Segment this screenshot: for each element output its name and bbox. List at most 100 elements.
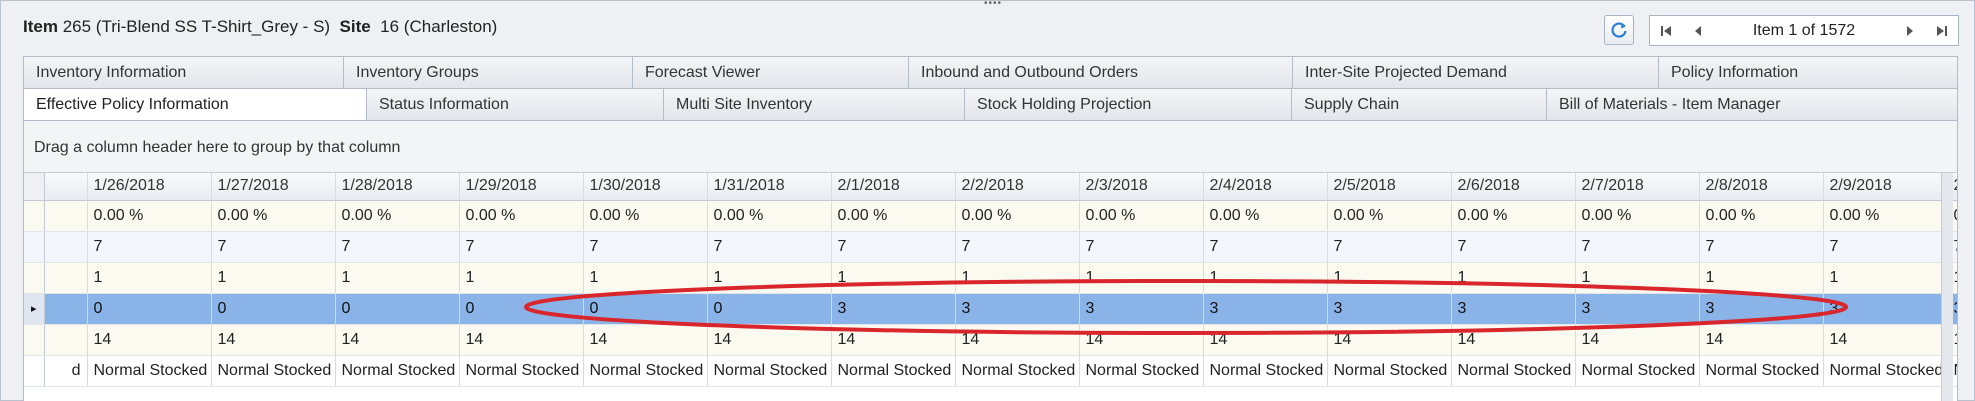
table-cell[interactable]: 0	[335, 293, 460, 325]
column-header[interactable]: 2/4/2018	[1203, 173, 1328, 201]
table-cell[interactable]: 1	[1203, 262, 1328, 294]
row-indicator[interactable]	[24, 324, 45, 356]
table-cell[interactable]: 0.00 %	[1575, 200, 1700, 232]
table-cell[interactable]: 1	[459, 262, 584, 294]
column-header[interactable]: 1/26/2018	[87, 173, 212, 201]
table-cell[interactable]: 7	[831, 231, 956, 263]
row-indicator[interactable]	[24, 200, 45, 232]
table-cell[interactable]: Normal Stocked	[459, 355, 584, 387]
group-by-area[interactable]: Drag a column header here to group by th…	[24, 121, 1957, 173]
column-header[interactable]: 2/1/2018	[831, 173, 956, 201]
table-cell[interactable]: 3	[1699, 293, 1824, 325]
table-cell[interactable]: Normal Stocked	[1451, 355, 1576, 387]
column-header[interactable]: 2/7/2018	[1575, 173, 1700, 201]
table-cell[interactable]: 14	[459, 324, 584, 356]
tab-inbound-outbound-orders[interactable]: Inbound and Outbound Orders	[909, 56, 1293, 89]
table-cell[interactable]: 1	[583, 262, 708, 294]
row-indicator[interactable]	[24, 262, 45, 294]
table-row[interactable]: 7777777777777777	[24, 231, 1957, 263]
table-cell[interactable]: Normal Stocked	[707, 355, 832, 387]
column-header[interactable]: 2/3/2018	[1079, 173, 1204, 201]
table-cell[interactable]: 0.00 %	[831, 200, 956, 232]
table-cell[interactable]: 3	[831, 293, 956, 325]
column-header[interactable]: 2/8/2018	[1699, 173, 1824, 201]
table-cell[interactable]: 7	[87, 231, 212, 263]
table-cell[interactable]: Normal Stocked	[1575, 355, 1700, 387]
table-cell[interactable]: 14	[1699, 324, 1824, 356]
table-cell[interactable]: 7	[1079, 231, 1204, 263]
previous-record-button[interactable]	[1682, 16, 1714, 45]
table-cell[interactable]: Normal Stocked	[583, 355, 708, 387]
table-cell[interactable]: 1	[1575, 262, 1700, 294]
table-cell[interactable]: 3	[1451, 293, 1576, 325]
table-cell[interactable]: 14	[1079, 324, 1204, 356]
column-header[interactable]: 1/30/2018	[583, 173, 708, 201]
table-cell[interactable]: 14	[583, 324, 708, 356]
table-cell[interactable]: 14	[211, 324, 336, 356]
table-cell-partial[interactable]	[44, 293, 88, 325]
table-cell[interactable]: 0.00 %	[1327, 200, 1452, 232]
table-cell[interactable]: Normal Stocked	[1327, 355, 1452, 387]
table-cell[interactable]: 3	[1079, 293, 1204, 325]
table-cell-partial[interactable]	[44, 262, 88, 294]
tab-inventory-groups[interactable]: Inventory Groups	[344, 56, 633, 89]
tab-supply-chain[interactable]: Supply Chain	[1292, 88, 1547, 121]
selected-table-row[interactable]: ▸0000003333333333	[24, 293, 1957, 325]
table-cell[interactable]: 14	[87, 324, 212, 356]
table-cell[interactable]: 0	[459, 293, 584, 325]
column-header[interactable]: 1/28/2018	[335, 173, 460, 201]
table-cell-partial[interactable]	[44, 324, 88, 356]
table-cell[interactable]: 14	[955, 324, 1080, 356]
column-header-partial[interactable]	[44, 173, 88, 201]
table-cell[interactable]: 3	[1327, 293, 1452, 325]
table-cell[interactable]: 1	[955, 262, 1080, 294]
table-cell[interactable]: Normal Stocked	[211, 355, 336, 387]
tab-effective-policy-information[interactable]: Effective Policy Information	[23, 88, 367, 121]
table-cell[interactable]: 1	[1451, 262, 1576, 294]
table-cell[interactable]: 1	[87, 262, 212, 294]
table-cell[interactable]: 1	[1079, 262, 1204, 294]
tab-forecast-viewer[interactable]: Forecast Viewer	[633, 56, 909, 89]
table-cell[interactable]: 0.00 %	[1699, 200, 1824, 232]
table-cell[interactable]: 0	[211, 293, 336, 325]
table-cell[interactable]: 0	[707, 293, 832, 325]
tab-stock-holding-projection[interactable]: Stock Holding Projection	[965, 88, 1292, 121]
table-cell[interactable]: 7	[1203, 231, 1328, 263]
table-cell[interactable]: 14	[335, 324, 460, 356]
column-header[interactable]: 1/29/2018	[459, 173, 584, 201]
table-cell[interactable]: Normal Stocked	[335, 355, 460, 387]
table-cell[interactable]: 0.00 %	[583, 200, 708, 232]
table-cell[interactable]: 7	[1699, 231, 1824, 263]
table-cell[interactable]: 14	[1823, 324, 1948, 356]
table-cell[interactable]: Normal Stocked	[955, 355, 1080, 387]
tab-inventory-information[interactable]: Inventory Information	[23, 56, 344, 89]
table-row[interactable]: 1111111111111111	[24, 262, 1957, 294]
table-cell[interactable]: Normal Stocked	[1699, 355, 1824, 387]
row-indicator[interactable]	[24, 355, 45, 387]
table-cell[interactable]: Normal Stocked	[87, 355, 212, 387]
resize-grip-icon[interactable]: ••••	[981, 0, 1005, 9]
table-cell[interactable]: 3	[1575, 293, 1700, 325]
table-cell[interactable]: 14	[707, 324, 832, 356]
table-cell[interactable]: 3	[955, 293, 1080, 325]
table-cell[interactable]: 14	[1203, 324, 1328, 356]
table-row[interactable]: d Normal Stocked Normal Stocked Normal Stoc…	[24, 355, 1957, 387]
last-record-button[interactable]	[1926, 16, 1958, 45]
table-cell[interactable]: 7	[955, 231, 1080, 263]
table-row[interactable]: 14141414141414141414141414141414	[24, 324, 1957, 356]
table-cell[interactable]: 0.00 %	[459, 200, 584, 232]
table-cell[interactable]: 0.00 %	[955, 200, 1080, 232]
column-header[interactable]: 2/9/2018	[1823, 173, 1948, 201]
table-cell[interactable]: 1	[1327, 262, 1452, 294]
table-cell[interactable]: 3	[1823, 293, 1948, 325]
table-cell[interactable]: 3	[1203, 293, 1328, 325]
table-cell-partial[interactable]	[44, 200, 88, 232]
table-cell[interactable]: 1	[831, 262, 956, 294]
tab-bill-of-materials[interactable]: Bill of Materials - Item Manager	[1547, 88, 1958, 121]
table-cell[interactable]: 7	[1327, 231, 1452, 263]
column-header[interactable]: 2/5/2018	[1327, 173, 1452, 201]
column-header[interactable]: 2/6/2018	[1451, 173, 1576, 201]
table-cell[interactable]: 7	[459, 231, 584, 263]
table-cell[interactable]: Normal Stocked	[1079, 355, 1204, 387]
table-cell[interactable]: 0.00 %	[211, 200, 336, 232]
